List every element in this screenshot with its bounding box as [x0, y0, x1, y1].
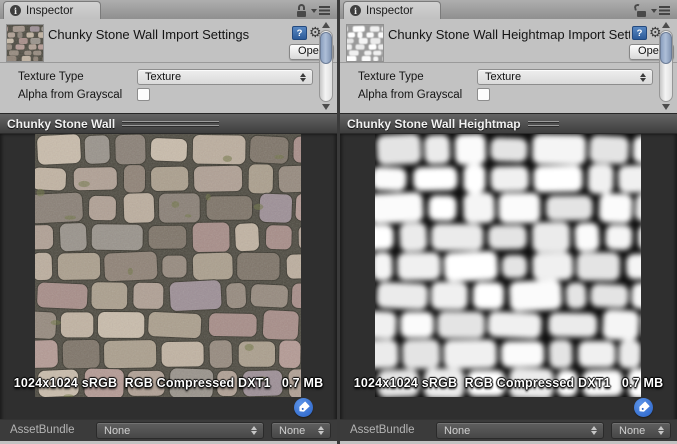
assetbundle-row: AssetBundle None None	[340, 419, 677, 441]
preview-title: Chunky Stone Wall	[7, 116, 116, 131]
assetbundle-variant-dropdown[interactable]: None	[271, 422, 331, 439]
scrollbar-down-arrow[interactable]	[662, 104, 670, 110]
alpha-from-grayscale-checkbox[interactable]	[477, 88, 490, 101]
preview-header[interactable]: Chunky Stone Wall	[0, 113, 337, 134]
assetbundle-dropdown[interactable]: None	[436, 422, 604, 439]
tag-icon	[297, 401, 310, 414]
tab-inspector[interactable]: i Inspector	[3, 1, 101, 19]
texture-type-value: Texture	[485, 71, 522, 83]
scrollbar-track[interactable]	[659, 30, 673, 102]
hamburger-icon	[319, 6, 330, 15]
assetbundle-dropdown[interactable]: None	[96, 422, 264, 439]
preview-area: 1024x1024 sRGB RGB Compressed DXT1 0.7 M…	[340, 134, 677, 441]
info-icon: i	[350, 5, 361, 16]
drag-handle-icon[interactable]	[122, 121, 219, 127]
scrollbar-up-arrow[interactable]	[662, 22, 670, 28]
dropdown-arrows-icon	[300, 73, 307, 82]
asset-title: Chunky Stone Wall Import Settings	[48, 27, 250, 42]
scrollbar-down-arrow[interactable]	[322, 104, 330, 110]
texture-thumbnail	[346, 24, 384, 62]
texture-preview	[35, 134, 301, 397]
lock-body	[637, 11, 646, 17]
preview-area: 1024x1024 sRGB RGB Compressed DXT1 0.7 M…	[0, 134, 337, 441]
lock-icon[interactable]	[633, 3, 648, 17]
texture-type-dropdown[interactable]: Texture	[477, 69, 653, 85]
tab-label: Inspector	[366, 4, 414, 17]
inspector-panel-left: i Inspector Chunky Stone Wall Import Set…	[0, 0, 337, 444]
lock-shackle	[633, 3, 642, 11]
asset-title: Chunky Stone Wall Heightmap Import Setti…	[388, 27, 630, 42]
dropdown-arrows-icon	[591, 426, 598, 435]
scrollbar-thumb[interactable]	[320, 32, 332, 64]
tab-bar: i Inspector	[340, 0, 677, 19]
tab-bar: i Inspector	[0, 0, 337, 19]
scrollbar-up-arrow[interactable]	[322, 22, 330, 28]
dropdown-arrows-icon	[658, 426, 665, 435]
assetbundle-label: AssetBundle	[10, 424, 75, 436]
assetbundle-tag-button[interactable]	[634, 398, 653, 417]
alpha-from-grayscale-label: Alpha from Grayscal	[358, 89, 463, 101]
panel-menu-icon[interactable]	[311, 6, 330, 15]
alpha-from-grayscale-checkbox[interactable]	[137, 88, 150, 101]
lock-icon[interactable]	[296, 4, 308, 17]
scrollbar-track[interactable]	[319, 30, 333, 102]
assetbundle-tag-button[interactable]	[294, 398, 313, 417]
inspector-panel-right: i Inspector Chunky Stone Wall Heightmap …	[340, 0, 677, 444]
texture-type-label: Texture Type	[18, 71, 84, 83]
texture-type-label: Texture Type	[358, 71, 424, 83]
dropdown-arrows-icon	[318, 426, 325, 435]
dropdown-arrows-icon	[251, 426, 258, 435]
assetbundle-row: AssetBundle None None	[0, 419, 337, 441]
tag-icon	[637, 401, 650, 414]
preview-header[interactable]: Chunky Stone Wall Heightmap	[340, 113, 677, 134]
tab-inspector[interactable]: i Inspector	[343, 1, 441, 19]
hamburger-icon	[659, 6, 670, 15]
chevron-down-icon	[311, 8, 317, 13]
assetbundle-variant-dropdown[interactable]: None	[611, 422, 671, 439]
assetbundle-label: AssetBundle	[350, 424, 415, 436]
dropdown-arrows-icon	[640, 73, 647, 82]
tab-label: Inspector	[26, 4, 74, 17]
texture-type-value: Texture	[145, 71, 182, 83]
chevron-down-icon	[651, 8, 657, 13]
panel-divider[interactable]	[337, 0, 340, 444]
texture-type-dropdown[interactable]: Texture	[137, 69, 313, 85]
assetbundle-value: None	[444, 425, 471, 437]
info-icon: i	[10, 5, 21, 16]
lock-shackle	[298, 4, 305, 10]
texture-thumbnail	[6, 24, 44, 62]
texture-preview	[375, 134, 641, 397]
lock-body	[297, 11, 306, 17]
drag-handle-icon[interactable]	[527, 121, 559, 127]
assetbundle-variant-value: None	[279, 425, 306, 437]
help-icon[interactable]: ?	[632, 26, 647, 40]
scrollbar-thumb[interactable]	[660, 32, 672, 64]
texture-info-text: 1024x1024 sRGB RGB Compressed DXT1 0.7 M…	[353, 376, 664, 390]
alpha-from-grayscale-label: Alpha from Grayscal	[18, 89, 123, 101]
assetbundle-value: None	[104, 425, 131, 437]
assetbundle-variant-value: None	[619, 425, 646, 437]
panel-menu-icon[interactable]	[651, 6, 670, 15]
texture-info-text: 1024x1024 sRGB RGB Compressed DXT1 0.7 M…	[13, 376, 324, 390]
help-icon[interactable]: ?	[292, 26, 307, 40]
preview-title: Chunky Stone Wall Heightmap	[347, 116, 521, 131]
